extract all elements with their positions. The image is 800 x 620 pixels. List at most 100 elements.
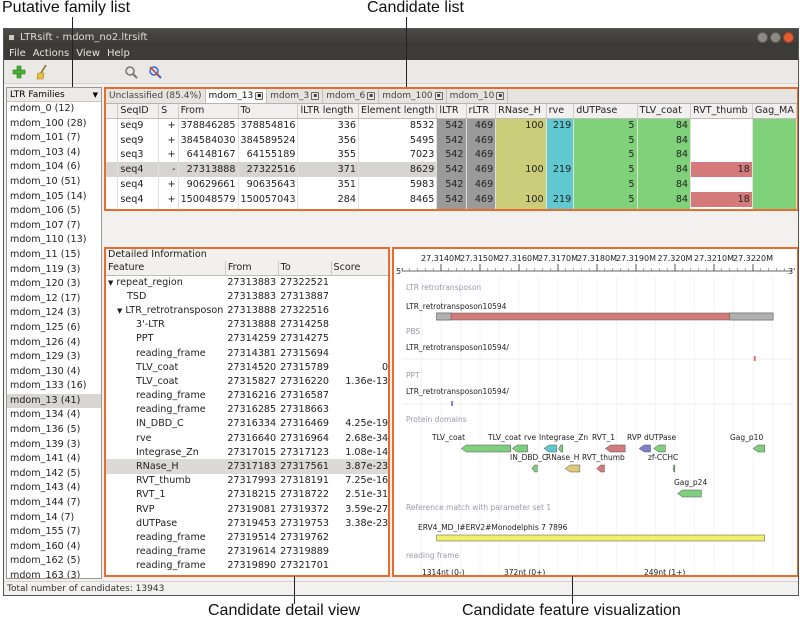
tab-0[interactable]: Unclassified (85.4%) <box>106 89 206 103</box>
family-item[interactable]: mdom_14 (7) <box>7 511 101 526</box>
detail-row[interactable]: zf-CCHC 27319948273199962.57e-10 <box>106 573 388 576</box>
table-row[interactable]: seq4 +150048579 150057043 284 8465 542 469 100 2… <box>106 191 797 207</box>
detail-row[interactable]: RNase_H 27317183 27317561 3.87e-23 <box>106 459 388 474</box>
zoom-button[interactable] <box>145 62 165 82</box>
family-item[interactable]: mdom_12 (17) <box>7 292 101 307</box>
family-item[interactable]: mdom_133 (16) <box>7 379 101 394</box>
expander-icon[interactable]: ▼ <box>108 279 113 287</box>
column-header[interactable]: Element length <box>358 104 438 119</box>
menu-view[interactable]: View <box>76 48 100 59</box>
family-item[interactable]: mdom_139 (3) <box>7 438 101 453</box>
column-header[interactable]: SeqID <box>117 104 160 119</box>
family-item[interactable]: mdom_103 (4) <box>7 146 101 161</box>
detail-row[interactable]: ▼ LTR_retrotransposon 27313888 27322516 <box>106 303 388 317</box>
detail-column-header[interactable]: From <box>225 261 279 276</box>
column-header[interactable]: To <box>238 104 299 119</box>
detail-row[interactable]: RVT_1 27318215 27318722 2.51e-31 <box>106 488 388 502</box>
family-item[interactable]: mdom_142 (5) <box>7 467 101 482</box>
tab-close-icon[interactable]: ▪ <box>496 92 505 100</box>
detail-row[interactable]: reading_frame 27319890 27321701 <box>106 559 388 573</box>
detail-row[interactable]: rve 27316640 27316964 2.68e-34 <box>106 431 388 445</box>
detail-row[interactable]: reading_frame 27319514 27319762 <box>106 530 388 544</box>
detail-column-header[interactable]: Feature <box>106 261 226 276</box>
family-item[interactable]: mdom_106 (5) <box>7 204 101 219</box>
detail-row[interactable]: reading_frame 27316216 27316587 <box>106 389 388 403</box>
tab-close-icon[interactable]: ▪ <box>255 92 264 100</box>
family-item[interactable]: mdom_125 (6) <box>7 321 101 336</box>
family-item[interactable]: mdom_129 (3) <box>7 350 101 365</box>
menu-file[interactable]: File <box>9 48 26 59</box>
family-list-header[interactable]: LTR Families ▼ <box>7 88 101 102</box>
tab-4[interactable]: mdom_100 ▪ <box>379 89 447 103</box>
tab-3[interactable]: mdom_6 ▪ <box>323 89 380 103</box>
column-header[interactable]: dUTPase <box>573 104 638 119</box>
table-row[interactable]: seq4 +90629661 90635643 351 5983 542 469 5 84 <box>106 177 797 192</box>
expander-icon[interactable]: ▼ <box>117 307 122 315</box>
table-row[interactable]: seq4-27313888 27322516 371 8629 542 469 100 219… <box>106 162 797 178</box>
column-header[interactable]: Gag_MA <box>752 104 797 119</box>
detail-row[interactable]: TSD2731388327313887tcaaa <box>106 289 388 303</box>
maximize-button[interactable] <box>770 32 781 43</box>
family-item[interactable]: mdom_136 (5) <box>7 423 101 438</box>
detail-column-header[interactable]: Score <box>331 261 388 276</box>
detail-row[interactable]: TLV_coat 27315827 27316220 1.36e-13 <box>106 374 388 388</box>
family-item[interactable]: mdom_10 (51) <box>7 175 101 190</box>
family-item[interactable]: mdom_155 (7) <box>7 525 101 540</box>
tab-2[interactable]: mdom_3 ▪ <box>267 89 324 103</box>
column-header[interactable]: lLTR length <box>297 104 359 119</box>
family-item[interactable]: mdom_143 (4) <box>7 481 101 496</box>
minimize-button[interactable] <box>757 32 768 43</box>
family-item[interactable]: mdom_126 (4) <box>7 336 101 351</box>
table-row[interactable]: seq4-1542541741542629423662472542469 84 <box>106 206 797 209</box>
detail-row[interactable]: ▼ repeat_region 27313883 27322521 <box>106 275 388 289</box>
tab-close-icon[interactable]: ▪ <box>311 92 320 100</box>
family-item[interactable]: mdom_162 (5) <box>7 554 101 569</box>
table-row[interactable]: seq3 +64148167 64155189 355 7023 542 469 5 84 <box>106 147 797 163</box>
detail-row[interactable]: RVP 27319081 27319372 3.59e-27 <box>106 502 388 516</box>
family-item[interactable]: mdom_134 (4) <box>7 408 101 423</box>
detail-row[interactable]: 3'-LTR 27313888 27314258 <box>106 318 388 332</box>
tab-5[interactable]: mdom_10 ▪ <box>447 89 509 103</box>
family-item[interactable]: mdom_163 (3) <box>7 569 101 578</box>
clean-button[interactable] <box>33 62 53 82</box>
family-item[interactable]: mdom_0 (12) <box>7 102 101 117</box>
column-header[interactable]: RVT_thumb <box>690 104 753 119</box>
detail-row[interactable]: RVT_thumb 27317993 27318191 7.25e-16 <box>106 474 388 488</box>
column-header[interactable]: From <box>178 104 239 119</box>
family-item[interactable]: mdom_110 (13) <box>7 233 101 248</box>
column-header[interactable]: lLTR <box>436 104 467 119</box>
close-button[interactable] <box>783 32 794 43</box>
detail-row[interactable]: reading_frame 27319614 27319889 <box>106 545 388 559</box>
detail-row[interactable]: IN_DBD_C 27316334 27316469 4.25e-19 <box>106 417 388 431</box>
column-header[interactable]: S <box>158 104 179 119</box>
feature-visualization-svg[interactable]: 27.3140M 27.3150M 27.3160M 27.3170M 27.3180M… <box>394 249 797 577</box>
detail-row[interactable]: reading_frame 27316285 27318663 <box>106 403 388 417</box>
detail-row[interactable]: TLV_coat 27314520 27315789 0 <box>106 360 388 374</box>
search-button[interactable] <box>121 62 141 82</box>
column-header[interactable]: rve <box>546 104 575 119</box>
column-header[interactable]: RNase_H <box>495 104 547 119</box>
family-item[interactable]: mdom_160 (4) <box>7 540 101 555</box>
family-item[interactable]: mdom_107 (7) <box>7 219 101 234</box>
family-item[interactable]: mdom_100 (28) <box>7 117 101 132</box>
column-header[interactable]: rLTR <box>466 104 497 119</box>
tab-close-icon[interactable]: ▪ <box>367 92 376 100</box>
family-item[interactable]: mdom_144 (7) <box>7 496 101 511</box>
tab-close-icon[interactable]: ▪ <box>434 92 443 100</box>
family-item[interactable]: mdom_130 (4) <box>7 365 101 380</box>
menu-help[interactable]: Help <box>107 48 130 59</box>
detail-row[interactable]: Integrase_Zn 27317015 27317123 1.08e-14 <box>106 445 388 459</box>
family-item[interactable]: mdom_101 (7) <box>7 131 101 146</box>
detail-row[interactable]: PPT2731425927314275aaaaa <box>106 332 388 346</box>
table-row[interactable]: seq9 +384584030 384589524 356 5495 542 469 5 84 <box>106 132 797 148</box>
family-item[interactable]: mdom_120 (3) <box>7 277 101 292</box>
detail-column-header[interactable]: To <box>278 261 332 276</box>
family-item[interactable]: mdom_141 (4) <box>7 452 101 467</box>
tab-1[interactable]: mdom_13 ▪ <box>205 89 268 103</box>
family-item[interactable]: mdom_105 (14) <box>7 190 101 205</box>
column-header[interactable] <box>106 104 119 119</box>
table-row[interactable]: seq9 +378846285 378854816 336 8532 542 469 100 2… <box>106 118 797 133</box>
menu-actions[interactable]: Actions <box>33 48 70 59</box>
column-header[interactable]: TLV_coat <box>637 104 692 119</box>
family-item[interactable]: mdom_124 (3) <box>7 306 101 321</box>
